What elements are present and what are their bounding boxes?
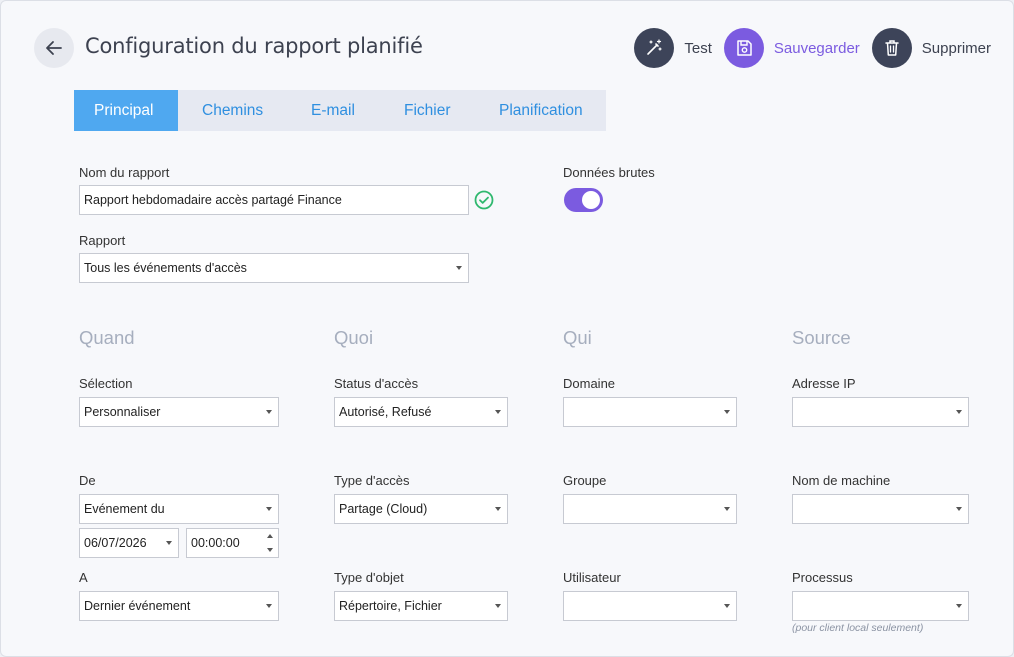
selection-label: Sélection: [79, 376, 133, 391]
back-button[interactable]: [34, 28, 74, 68]
user-select[interactable]: [563, 591, 737, 621]
caret-down-icon: [495, 507, 501, 511]
caret-down-icon: [956, 507, 962, 511]
access-status-value: Autorisé, Refusé: [339, 405, 432, 419]
caret-down-icon: [456, 266, 462, 270]
section-who: Qui: [563, 327, 592, 348]
ip-address-label: Adresse IP: [792, 376, 856, 391]
machine-name-select[interactable]: [792, 494, 969, 524]
raw-data-label: Données brutes: [563, 165, 655, 180]
selection-value: Personnaliser: [84, 405, 161, 419]
caret-down-icon: [724, 507, 730, 511]
selection-select[interactable]: Personnaliser: [79, 397, 279, 427]
trash-icon: [885, 40, 899, 56]
tab-chemins[interactable]: Chemins: [178, 90, 288, 131]
test-button[interactable]: Test: [634, 28, 712, 68]
ip-address-select[interactable]: [792, 397, 969, 427]
delete-button[interactable]: Supprimer: [871, 28, 991, 68]
access-type-select[interactable]: Partage (Cloud): [334, 494, 508, 524]
tab-planification[interactable]: Planification: [474, 90, 606, 131]
save-label: Sauvegarder: [773, 39, 860, 57]
from-select[interactable]: Evénement du: [79, 494, 279, 524]
caret-down-icon: [266, 604, 272, 608]
caret-down-icon: [724, 604, 730, 608]
process-select[interactable]: [792, 591, 969, 621]
header-actions: Test Sauvegarder Supprimer: [622, 28, 991, 68]
save-icon: [737, 40, 752, 56]
process-label: Processus: [792, 570, 853, 585]
from-value: Evénement du: [84, 502, 165, 516]
tab-principal[interactable]: Principal: [74, 90, 178, 131]
section-when: Quand: [79, 327, 135, 348]
caret-down-icon: [495, 604, 501, 608]
delete-label: Supprimer: [921, 39, 991, 57]
chevron-up-icon: [267, 534, 273, 538]
report-config-panel: Configuration du rapport planifié Test S…: [0, 0, 1014, 657]
report-name-label: Nom du rapport: [79, 165, 170, 180]
object-type-label: Type d'objet: [334, 570, 404, 585]
tab-fichier[interactable]: Fichier: [380, 90, 474, 131]
from-date-value: 06/07/2026: [84, 536, 147, 550]
from-time-value: 00:00:00: [191, 536, 240, 550]
from-date-picker[interactable]: 06/07/2026: [79, 528, 179, 558]
group-select[interactable]: [563, 494, 737, 524]
test-label: Test: [684, 39, 712, 57]
object-type-value: Répertoire, Fichier: [339, 599, 442, 613]
process-note: (pour client local seulement): [792, 622, 924, 634]
section-what: Quoi: [334, 327, 374, 348]
group-label: Groupe: [563, 473, 607, 488]
object-type-select[interactable]: Répertoire, Fichier: [334, 591, 508, 621]
from-label: De: [79, 473, 96, 488]
check-circle-icon: [474, 190, 494, 210]
section-source: Source: [792, 327, 851, 348]
caret-down-icon: [956, 604, 962, 608]
caret-down-icon: [166, 541, 172, 545]
to-label: A: [79, 570, 88, 585]
caret-down-icon: [266, 410, 272, 414]
arrow-left-icon: [46, 41, 62, 55]
page-title: Configuration du rapport planifié: [85, 34, 423, 58]
caret-down-icon: [495, 410, 501, 414]
user-label: Utilisateur: [563, 570, 621, 585]
magic-wand-icon: [647, 39, 662, 55]
access-status-select[interactable]: Autorisé, Refusé: [334, 397, 508, 427]
report-type-label: Rapport: [79, 233, 126, 248]
caret-down-icon: [266, 507, 272, 511]
to-value: Dernier événement: [84, 599, 191, 613]
access-type-value: Partage (Cloud): [339, 502, 428, 516]
tab-email[interactable]: E-mail: [288, 90, 380, 131]
from-time-stepper[interactable]: 00:00:00: [186, 528, 279, 558]
toggle-knob: [582, 191, 600, 209]
caret-down-icon: [724, 410, 730, 414]
save-button[interactable]: Sauvegarder: [723, 28, 860, 68]
caret-down-icon: [956, 410, 962, 414]
stepper-arrows[interactable]: [267, 531, 275, 555]
report-type-value: Tous les événements d'accès: [84, 261, 247, 275]
access-type-label: Type d'accès: [334, 473, 410, 488]
to-select[interactable]: Dernier événement: [79, 591, 279, 621]
report-type-select[interactable]: Tous les événements d'accès: [79, 253, 469, 283]
domain-label: Domaine: [563, 376, 616, 391]
report-name-input[interactable]: Rapport hebdomadaire accès partagé Finan…: [79, 185, 469, 215]
domain-select[interactable]: [563, 397, 737, 427]
tab-bar: Principal Chemins E-mail Fichier Planifi…: [74, 90, 606, 131]
chevron-down-icon: [267, 548, 273, 552]
machine-name-label: Nom de machine: [792, 473, 891, 488]
raw-data-toggle[interactable]: [564, 188, 603, 212]
access-status-label: Status d'accès: [334, 376, 419, 391]
